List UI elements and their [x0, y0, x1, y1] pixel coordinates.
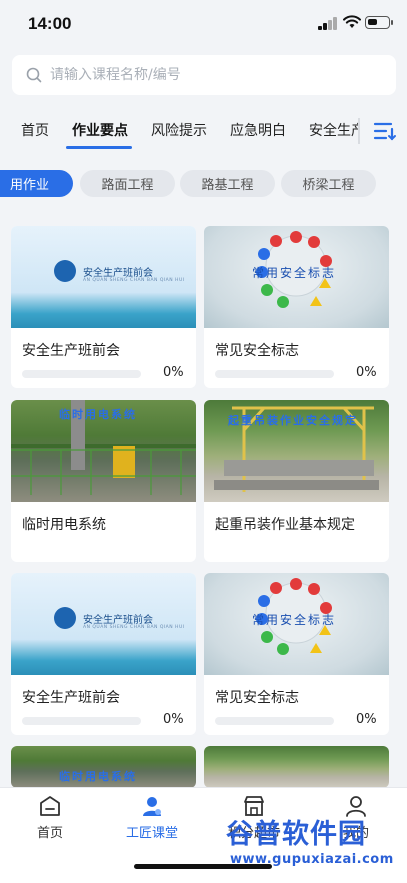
tab-work-points[interactable]: 作业要点 — [72, 120, 128, 140]
active-tab-indicator — [66, 146, 132, 149]
signal-icon — [318, 17, 338, 30]
course-title: 常见安全标志 — [215, 343, 299, 359]
progress-percent: 0% — [163, 365, 184, 380]
course-card[interactable]: 常用安全标志 常见安全标志 0% — [204, 226, 389, 388]
tab-home[interactable]: 首页 — [21, 120, 49, 140]
progress-bar — [22, 370, 141, 378]
category-menu-icon[interactable] — [373, 121, 397, 141]
course-card[interactable]: 临时用电系统 临时用电系统 — [11, 400, 196, 562]
course-title: 临时用电系统 — [22, 517, 106, 533]
progress-percent: 0% — [356, 712, 377, 727]
chip-subgrade[interactable]: 路基工程 — [180, 170, 275, 197]
status-bar: 14:00 — [0, 0, 407, 50]
battery-icon — [365, 16, 393, 29]
tab-divider — [358, 118, 360, 144]
search-input[interactable] — [50, 67, 370, 83]
course-title: 起重吊装作业基本规定 — [215, 517, 355, 533]
wifi-icon — [343, 15, 361, 28]
course-thumbnail: 起重吊装作业安全规定 — [204, 400, 389, 502]
course-card[interactable]: 安全生产班前会 AN QUAN SHENG CHAN BAN QIAN HUI … — [11, 226, 196, 388]
nav-home[interactable]: 首页 — [10, 794, 90, 841]
progress-percent: 0% — [163, 712, 184, 727]
watermark: 谷普软件园 www.gupuxiazai.com — [226, 819, 394, 867]
category-tabs: 首页 作业要点 风险提示 应急明白 安全生产 — [0, 108, 407, 152]
course-thumbnail: 安全生产班前会 AN QUAN SHENG CHAN BAN QIAN HUI — [11, 573, 196, 675]
chip-bridge[interactable]: 桥梁工程 — [281, 170, 376, 197]
status-time: 14:00 — [28, 14, 72, 33]
course-thumbnail: 临时用电系统 — [11, 746, 196, 788]
tab-risk-tips[interactable]: 风险提示 — [151, 120, 207, 140]
progress-bar — [22, 717, 141, 725]
course-thumbnail — [204, 746, 389, 788]
logo-icon — [54, 260, 76, 282]
course-thumbnail: 临时用电系统 — [11, 400, 196, 502]
course-thumbnail: 常用安全标志 — [204, 573, 389, 675]
person-icon — [143, 797, 161, 816]
chip-general-work[interactable]: 用作业 — [0, 170, 73, 197]
chip-pavement[interactable]: 路面工程 — [80, 170, 175, 197]
course-card[interactable] — [204, 746, 389, 788]
course-thumbnail: 常用安全标志 — [204, 226, 389, 328]
home-indicator — [134, 864, 272, 869]
search-bar[interactable] — [12, 55, 396, 95]
search-icon — [26, 67, 42, 83]
course-card[interactable]: 安全生产班前会 AN QUAN SHENG CHAN BAN QIAN HUI … — [11, 573, 196, 735]
nav-craftsman-class[interactable]: 工匠课堂 — [112, 794, 192, 841]
course-title: 安全生产班前会 — [22, 690, 120, 706]
progress-bar — [215, 717, 334, 725]
progress-bar — [215, 370, 334, 378]
course-thumbnail: 安全生产班前会 AN QUAN SHENG CHAN BAN QIAN HUI — [11, 226, 196, 328]
course-card[interactable]: 常用安全标志 常见安全标志 0% — [204, 573, 389, 735]
progress-percent: 0% — [356, 365, 377, 380]
course-card[interactable]: 起重吊装作业安全规定 起重吊装作业基本规定 — [204, 400, 389, 562]
tab-emergency[interactable]: 应急明白 — [230, 120, 286, 140]
course-title: 常见安全标志 — [215, 690, 299, 706]
logo-icon — [54, 607, 76, 629]
course-card[interactable]: 临时用电系统 — [11, 746, 196, 788]
subcategory-chips: 用作业 路面工程 路基工程 桥梁工程 — [0, 170, 407, 198]
course-title: 安全生产班前会 — [22, 343, 120, 359]
tab-safety-production[interactable]: 安全生产 — [309, 120, 358, 140]
home-icon — [40, 796, 60, 816]
